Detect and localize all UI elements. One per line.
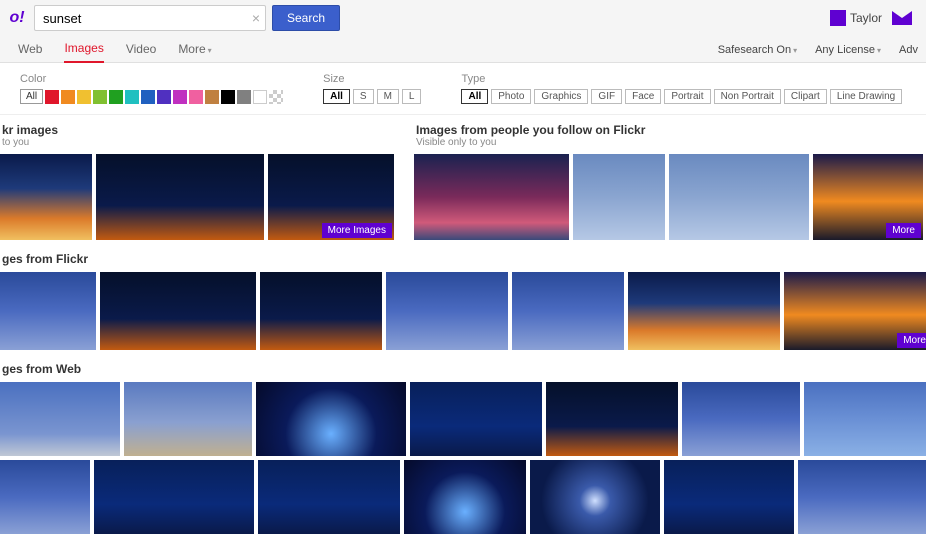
type-chip[interactable]: GIF (591, 89, 622, 104)
section-title-flickr-self: kr images (2, 123, 398, 137)
tab-more[interactable]: More▾ (178, 38, 211, 62)
license-filter[interactable]: Any License▾ (815, 44, 881, 56)
size-filter: Size AllSML (323, 73, 421, 104)
more-button[interactable]: More (897, 333, 926, 348)
image-result[interactable] (0, 154, 92, 240)
image-result[interactable] (258, 460, 400, 534)
image-result[interactable] (0, 382, 120, 456)
image-result[interactable]: More Images (268, 154, 394, 240)
color-swatch[interactable] (189, 90, 203, 104)
color-swatch[interactable] (157, 90, 171, 104)
image-result[interactable] (798, 460, 926, 534)
image-result[interactable] (404, 460, 526, 534)
search-button[interactable]: Search (272, 5, 340, 31)
image-result[interactable] (0, 460, 90, 534)
image-result[interactable] (94, 460, 254, 534)
image-result[interactable]: More (813, 154, 923, 240)
color-swatch[interactable] (237, 90, 251, 104)
color-swatch[interactable] (77, 90, 91, 104)
image-result[interactable] (124, 382, 252, 456)
type-chip[interactable]: Face (625, 89, 661, 104)
color-swatch[interactable] (61, 90, 75, 104)
size-chip[interactable]: All (323, 89, 350, 104)
color-filter: Color All (20, 73, 283, 104)
tab-video[interactable]: Video (126, 38, 156, 62)
advanced-link[interactable]: Adv (899, 44, 918, 56)
image-result[interactable] (682, 382, 800, 456)
user-name: Taylor (850, 11, 882, 25)
section-title-web: ges from Web (2, 362, 926, 376)
user-menu[interactable]: Taylor (830, 10, 882, 26)
type-chip[interactable]: Non Portrait (714, 89, 781, 104)
color-swatch[interactable] (221, 90, 235, 104)
chevron-down-icon: ▾ (208, 46, 212, 55)
color-swatch[interactable] (205, 90, 219, 104)
image-result[interactable] (669, 154, 809, 240)
section-title-flickr-follow: Images from people you follow on Flickr (416, 123, 926, 137)
image-result[interactable] (96, 154, 264, 240)
size-chip[interactable]: L (402, 89, 422, 104)
image-result[interactable] (530, 460, 660, 534)
image-result[interactable] (546, 382, 678, 456)
color-swatch[interactable] (93, 90, 107, 104)
section-title-flickr: ges from Flickr (2, 252, 926, 266)
search-input[interactable] (34, 5, 266, 31)
image-result[interactable] (260, 272, 382, 350)
type-chip[interactable]: Portrait (664, 89, 710, 104)
type-chip[interactable]: Clipart (784, 89, 827, 104)
size-chip[interactable]: S (353, 89, 374, 104)
safesearch-toggle[interactable]: Safesearch On▾ (718, 44, 797, 56)
more-button[interactable]: More (886, 223, 921, 238)
color-all[interactable]: All (20, 89, 43, 104)
image-result[interactable] (414, 154, 569, 240)
color-swatch[interactable] (253, 90, 267, 104)
color-swatch-transparent[interactable] (269, 90, 283, 104)
color-swatch[interactable] (141, 90, 155, 104)
type-chip[interactable]: All (461, 89, 488, 104)
image-result[interactable] (0, 272, 96, 350)
avatar-icon (830, 10, 846, 26)
image-result[interactable] (512, 272, 624, 350)
type-chip[interactable]: Photo (491, 89, 531, 104)
tab-images[interactable]: Images (64, 37, 103, 63)
tab-web[interactable]: Web (18, 38, 42, 62)
size-chip[interactable]: M (377, 89, 399, 104)
image-result[interactable] (410, 382, 542, 456)
color-swatch[interactable] (173, 90, 187, 104)
color-swatch[interactable] (45, 90, 59, 104)
image-result[interactable] (628, 272, 780, 350)
type-chip[interactable]: Graphics (534, 89, 588, 104)
type-filter: Type AllPhotoGraphicsGIFFacePortraitNon … (461, 73, 902, 104)
clear-search-icon[interactable]: × (252, 10, 260, 26)
image-result[interactable] (804, 382, 926, 456)
image-result[interactable] (256, 382, 406, 456)
yahoo-logo-icon[interactable]: o! (6, 7, 28, 29)
image-result[interactable] (573, 154, 665, 240)
mail-icon[interactable] (892, 11, 912, 25)
type-chip[interactable]: Line Drawing (830, 89, 902, 104)
image-result[interactable] (386, 272, 508, 350)
color-swatch[interactable] (109, 90, 123, 104)
color-swatch[interactable] (125, 90, 139, 104)
image-result[interactable] (664, 460, 794, 534)
more-images-button[interactable]: More Images (322, 223, 392, 238)
image-result[interactable]: More (784, 272, 926, 350)
image-result[interactable] (100, 272, 256, 350)
